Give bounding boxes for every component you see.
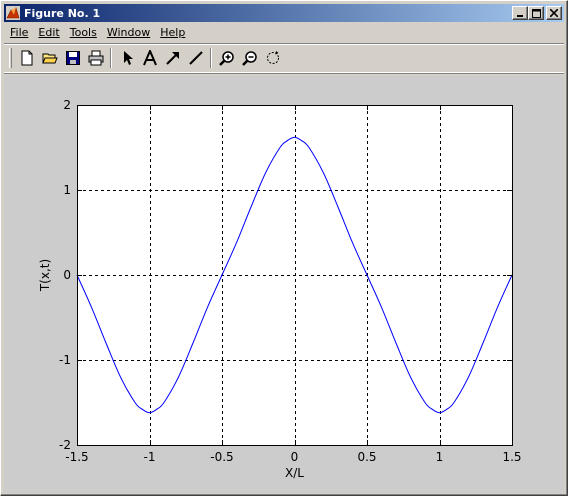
y-tick-label: 0 xyxy=(63,268,71,282)
toolbar-grip[interactable] xyxy=(9,48,12,68)
y-tick-label: -1 xyxy=(59,353,71,367)
title-bar[interactable]: Figure No. 1 xyxy=(4,4,564,22)
open-folder-icon xyxy=(41,53,58,64)
maximize-button[interactable] xyxy=(528,6,544,20)
x-tick-label: -1.5 xyxy=(65,450,88,464)
toolbar-separator xyxy=(210,48,212,68)
menu-window[interactable]: Window xyxy=(103,26,154,39)
insert-line-icon xyxy=(188,51,203,65)
close-icon xyxy=(550,9,558,17)
menu-bar: File Edit Tools Window Help xyxy=(4,23,564,42)
insert-arrow-button[interactable] xyxy=(161,47,184,69)
y-tick-label: -2 xyxy=(59,438,71,452)
x-tick-label: 0.5 xyxy=(357,450,376,464)
insert-line-button[interactable] xyxy=(184,47,207,69)
rotate-3d-button[interactable] xyxy=(261,47,284,69)
select-arrow-icon xyxy=(123,51,133,65)
menu-help-label: Help xyxy=(160,26,186,39)
zoom-in-button[interactable] xyxy=(215,47,238,69)
x-tick-label: 1 xyxy=(436,450,444,464)
y-tick-label: 2 xyxy=(63,98,71,112)
print-button[interactable] xyxy=(84,47,107,69)
menu-file[interactable]: File xyxy=(6,26,32,39)
figure-window: Figure No. 1 File Edit Tools Window Help xyxy=(0,0,568,496)
menu-tools[interactable]: Tools xyxy=(66,26,101,39)
menu-edit[interactable]: Edit xyxy=(34,26,63,39)
menu-tools-label: Tools xyxy=(69,26,97,39)
maximize-icon xyxy=(531,8,541,18)
y-tick-label: 1 xyxy=(63,183,71,197)
x-axis-label: X/L xyxy=(285,466,304,480)
edit-plot-button[interactable] xyxy=(115,47,138,69)
rotate-3d-icon xyxy=(266,51,279,64)
toolbar-separator xyxy=(110,48,112,68)
close-button[interactable] xyxy=(546,6,562,20)
insert-text-icon xyxy=(142,50,157,66)
minimize-icon xyxy=(517,15,523,17)
y-axis-label: T(x,t) xyxy=(38,259,52,292)
minimize-button[interactable] xyxy=(512,6,528,20)
matlab-icon xyxy=(6,6,20,20)
x-tick-label: -0.5 xyxy=(210,450,233,464)
plot-svg[interactable]: -1.5 -1 -0.5 0 0.5 1 1.5 -2 -1 0 1 2 X/L T(x,t) xyxy=(4,76,564,493)
zoom-out-button[interactable] xyxy=(238,47,261,69)
menu-window-label: Window xyxy=(106,26,151,39)
new-file-icon xyxy=(21,50,32,66)
print-icon xyxy=(88,50,103,66)
zoom-in-icon xyxy=(218,51,234,66)
menu-edit-label: Edit xyxy=(38,26,60,39)
figure-toolbar xyxy=(4,43,564,73)
figure-canvas[interactable]: -1.5 -1 -0.5 0 0.5 1 1.5 -2 -1 0 1 2 X/L T(x,t) xyxy=(4,76,564,493)
insert-arrow-icon xyxy=(165,52,179,65)
zoom-out-icon xyxy=(241,51,257,66)
new-figure-button[interactable] xyxy=(15,47,38,69)
menu-file-label: File xyxy=(10,26,29,39)
save-icon xyxy=(65,51,80,65)
insert-text-button[interactable] xyxy=(138,47,161,69)
x-tick-label: 1.5 xyxy=(502,450,521,464)
open-file-button[interactable] xyxy=(38,47,61,69)
x-tick-label: -1 xyxy=(144,450,156,464)
menu-help[interactable]: Help xyxy=(156,26,189,39)
window-title: Figure No. 1 xyxy=(24,6,101,20)
save-button[interactable] xyxy=(61,47,84,69)
x-tick-label: 0 xyxy=(291,450,299,464)
